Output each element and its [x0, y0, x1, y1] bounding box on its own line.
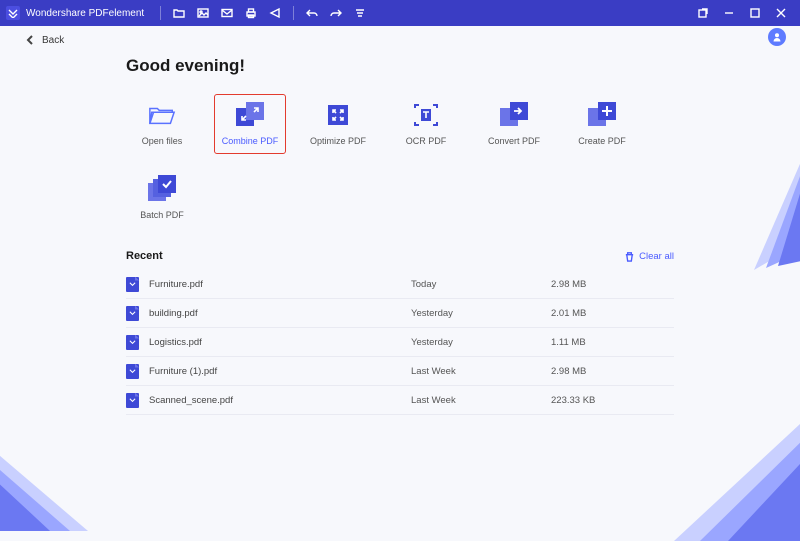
action-label: Open files	[142, 136, 183, 146]
app-title: Wondershare PDFelement	[26, 8, 144, 19]
convert-icon	[500, 102, 528, 128]
action-label: Convert PDF	[488, 136, 540, 146]
action-create-pdf[interactable]: Create PDF	[566, 94, 638, 154]
action-label: Optimize PDF	[310, 136, 366, 146]
recent-file-row[interactable]: building.pdf Yesterday 2.01 MB	[126, 299, 674, 328]
clear-icon	[624, 251, 635, 262]
action-convert-pdf[interactable]: Convert PDF	[478, 94, 550, 154]
window-close-icon[interactable]	[768, 0, 794, 26]
action-ocr-pdf[interactable]: OCR PDF	[390, 94, 462, 154]
actions-row-2: Batch PDF	[126, 168, 674, 228]
image-icon[interactable]	[196, 6, 210, 20]
pdf-file-icon	[126, 364, 139, 379]
batch-icon	[148, 176, 176, 202]
file-size: 223.33 KB	[551, 395, 595, 406]
file-date: Yesterday	[411, 337, 551, 348]
file-date: Last Week	[411, 395, 551, 406]
action-label: OCR PDF	[406, 136, 447, 146]
file-date: Yesterday	[411, 308, 551, 319]
file-size: 2.98 MB	[551, 366, 586, 377]
action-label: Combine PDF	[222, 136, 279, 146]
back-label: Back	[42, 35, 64, 46]
decoration-bottom-left	[0, 441, 112, 531]
separator	[293, 6, 294, 20]
file-size: 2.98 MB	[551, 279, 586, 290]
recent-header: Recent Clear all	[126, 250, 674, 262]
file-size: 1.11 MB	[551, 337, 586, 348]
action-label: Batch PDF	[140, 210, 184, 220]
titlebar: Wondershare PDFelement	[0, 0, 800, 26]
recent-file-row[interactable]: Furniture.pdf Today 2.98 MB	[126, 270, 674, 299]
open-folder-icon[interactable]	[172, 6, 186, 20]
recent-file-row[interactable]: Logistics.pdf Yesterday 1.11 MB	[126, 328, 674, 357]
window-maximize-icon[interactable]	[742, 0, 768, 26]
action-batch-pdf[interactable]: Batch PDF	[126, 168, 198, 228]
undo-icon[interactable]	[305, 6, 319, 20]
pdf-file-icon	[126, 277, 139, 292]
print-icon[interactable]	[244, 6, 258, 20]
pdf-file-icon	[126, 393, 139, 408]
action-label: Create PDF	[578, 136, 626, 146]
file-name: Furniture (1).pdf	[149, 366, 411, 377]
optimize-icon	[324, 102, 352, 128]
recent-file-row[interactable]: Scanned_scene.pdf Last Week 223.33 KB	[126, 386, 674, 415]
pdf-file-icon	[126, 306, 139, 321]
back-row: Back	[0, 26, 800, 54]
action-combine-pdf[interactable]: Combine PDF	[214, 94, 286, 154]
file-name: building.pdf	[149, 308, 411, 319]
user-icon	[772, 32, 782, 42]
combine-icon	[236, 102, 264, 128]
window-minimize-icon[interactable]	[716, 0, 742, 26]
file-date: Last Week	[411, 366, 551, 377]
folder-open-icon	[148, 102, 176, 128]
action-open-files[interactable]: Open files	[126, 94, 198, 154]
recent-file-list: Furniture.pdf Today 2.98 MB building.pdf…	[126, 270, 674, 415]
separator	[160, 6, 161, 20]
back-button[interactable]: Back	[10, 34, 64, 46]
create-icon	[588, 102, 616, 128]
ocr-icon	[412, 102, 440, 128]
redo-icon[interactable]	[329, 6, 343, 20]
decoration-bottom-right	[654, 411, 800, 541]
share-icon[interactable]	[268, 6, 282, 20]
file-name: Scanned_scene.pdf	[149, 395, 411, 406]
window-popout-icon[interactable]	[690, 0, 716, 26]
file-name: Furniture.pdf	[149, 279, 411, 290]
menu-down-icon[interactable]	[353, 6, 367, 20]
action-optimize-pdf[interactable]: Optimize PDF	[302, 94, 374, 154]
app-logo-icon	[6, 6, 20, 20]
file-name: Logistics.pdf	[149, 337, 411, 348]
clear-all-label: Clear all	[639, 251, 674, 262]
content: Good evening! Open files Combine PDF Opt…	[0, 54, 800, 415]
recent-file-row[interactable]: Furniture (1).pdf Last Week 2.98 MB	[126, 357, 674, 386]
actions-row-1: Open files Combine PDF Optimize PDF OCR …	[126, 94, 674, 154]
pdf-file-icon	[126, 335, 139, 350]
avatar[interactable]	[768, 28, 786, 46]
chevron-left-icon	[24, 34, 36, 46]
greeting: Good evening!	[126, 56, 674, 76]
file-date: Today	[411, 279, 551, 290]
recent-title: Recent	[126, 250, 163, 262]
clear-all-button[interactable]: Clear all	[624, 251, 674, 262]
mail-icon[interactable]	[220, 6, 234, 20]
file-size: 2.01 MB	[551, 308, 586, 319]
